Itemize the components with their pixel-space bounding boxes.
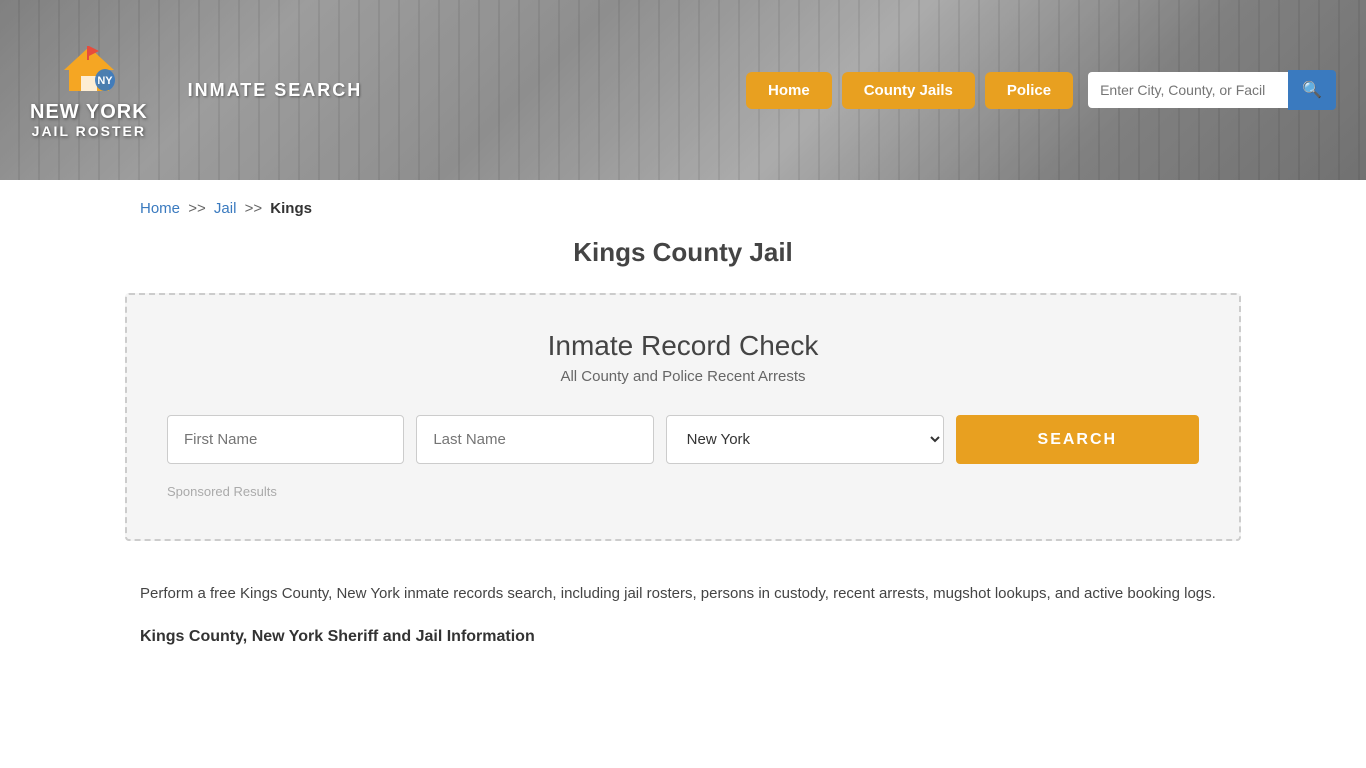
logo-title: NEW YORK — [30, 101, 148, 123]
site-header: NY NEW YORK JAIL ROSTER INMATE SEARCH Ho… — [0, 0, 1366, 180]
nav-county-jails-button[interactable]: County Jails — [842, 72, 975, 109]
state-select[interactable]: AlabamaAlaskaArizonaArkansasCaliforniaCo… — [666, 415, 944, 464]
body-section-heading: Kings County, New York Sheriff and Jail … — [140, 623, 1226, 650]
breadcrumb: Home >> Jail >> Kings — [0, 180, 1366, 237]
record-search-row: AlabamaAlaskaArizonaArkansasCaliforniaCo… — [167, 415, 1199, 464]
breadcrumb-home-link[interactable]: Home — [140, 200, 180, 217]
logo-icon: NY — [59, 42, 119, 97]
header-search-bar: 🔍 — [1088, 70, 1336, 110]
breadcrumb-jail-link[interactable]: Jail — [214, 200, 237, 217]
search-button[interactable]: SEARCH — [956, 415, 1199, 464]
logo-area: NY NEW YORK JAIL ROSTER — [30, 42, 148, 139]
nav-area: Home County Jails Police — [746, 72, 1073, 109]
page-title: Kings County Jail — [0, 237, 1366, 268]
breadcrumb-sep2: >> — [245, 200, 263, 217]
last-name-input[interactable] — [416, 415, 653, 464]
breadcrumb-sep1: >> — [188, 200, 206, 217]
nav-home-button[interactable]: Home — [746, 72, 832, 109]
header-search-input[interactable] — [1088, 72, 1288, 108]
sponsored-label: Sponsored Results — [167, 484, 1199, 499]
record-check-title: Inmate Record Check — [167, 330, 1199, 362]
first-name-input[interactable] — [167, 415, 404, 464]
record-check-subtitle: All County and Police Recent Arrests — [167, 368, 1199, 385]
header-search-button[interactable]: 🔍 — [1288, 70, 1336, 110]
body-paragraph1: Perform a free Kings County, New York in… — [140, 581, 1226, 607]
logo-subtitle: JAIL ROSTER — [32, 123, 146, 139]
breadcrumb-current: Kings — [270, 200, 312, 217]
body-content: Perform a free Kings County, New York in… — [0, 571, 1366, 696]
record-check-box: Inmate Record Check All County and Polic… — [125, 293, 1241, 541]
nav-police-button[interactable]: Police — [985, 72, 1073, 109]
inmate-search-label: INMATE SEARCH — [188, 80, 363, 101]
svg-text:NY: NY — [97, 75, 113, 87]
